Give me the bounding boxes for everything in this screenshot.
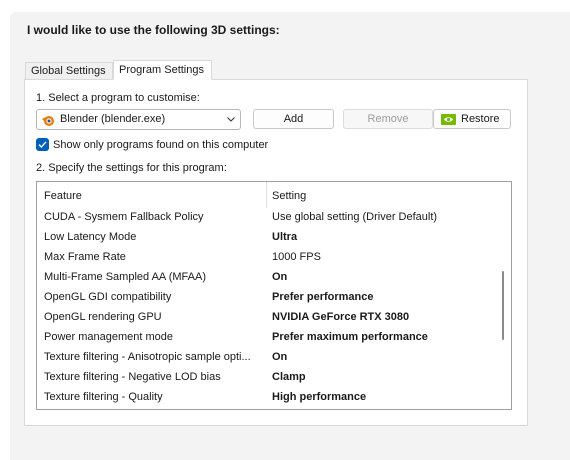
feature-cell: Max Frame Rate <box>44 251 126 263</box>
table-row[interactable]: CUDA - Sysmem Fallback Policy Use global… <box>37 208 495 228</box>
table-row[interactable]: OpenGL rendering GPU NVIDIA GeForce RTX … <box>37 308 495 328</box>
feature-cell: OpenGL GDI compatibility <box>44 291 172 303</box>
feature-cell: Texture filtering - Negative LOD bias <box>44 371 221 383</box>
remove-button[interactable]: Remove <box>343 109 433 129</box>
restore-button-label: Restore <box>461 113 500 125</box>
show-only-found-label: Show only programs found on this compute… <box>53 139 269 151</box>
blender-icon <box>42 116 54 126</box>
program-select-value: Blender (blender.exe) <box>60 113 166 125</box>
setting-cell: Ultra <box>272 231 298 243</box>
table-row[interactable]: Texture filtering - Quality High perform… <box>37 388 495 408</box>
nvidia-icon <box>441 114 456 125</box>
table-row[interactable]: Max Frame Rate 1000 FPS <box>37 248 495 268</box>
setting-cell: High performance <box>272 391 367 403</box>
feature-cell: Texture filtering - Anisotropic sample o… <box>44 351 251 363</box>
select-program-label: 1. Select a program to customise: <box>36 92 200 104</box>
table-row[interactable]: Power management mode Prefer maximum per… <box>37 328 495 348</box>
table-row[interactable]: Multi-Frame Sampled AA (MFAA) On <box>37 268 495 288</box>
page-heading: I would like to use the following 3D set… <box>27 23 280 37</box>
feature-cell: OpenGL rendering GPU <box>44 311 162 323</box>
setting-cell: Clamp <box>272 371 306 383</box>
setting-cell: 1000 FPS <box>272 251 321 263</box>
setting-cell: Prefer performance <box>272 291 374 303</box>
feature-cell: Power management mode <box>44 331 174 343</box>
table-row[interactable]: Low Latency Mode Ultra <box>37 228 495 248</box>
feature-cell: Multi-Frame Sampled AA (MFAA) <box>44 271 206 283</box>
table-row[interactable]: Texture filtering - Negative LOD bias Cl… <box>37 368 495 388</box>
scrollbar-thumb[interactable] <box>502 271 504 340</box>
feature-cell: Texture filtering - Quality <box>44 391 163 403</box>
feature-cell: Low Latency Mode <box>44 231 137 243</box>
setting-cell: Use global setting (Driver Default) <box>272 211 438 223</box>
tab-program-settings[interactable]: Program Settings <box>113 60 212 80</box>
tab-global-settings[interactable]: Global Settings <box>25 62 113 80</box>
settings-table: Feature Setting CUDA - Sysmem Fallback P… <box>36 181 512 410</box>
restore-button[interactable]: Restore <box>433 109 511 129</box>
setting-cell: On <box>272 351 288 363</box>
program-select[interactable]: Blender (blender.exe) <box>36 109 241 130</box>
table-row[interactable]: OpenGL GDI compatibility Prefer performa… <box>37 288 495 308</box>
table-header: Feature Setting <box>37 182 495 208</box>
specify-settings-label: 2. Specify the settings for this program… <box>36 162 227 174</box>
vertical-scrollbar[interactable] <box>495 182 511 409</box>
column-header-feature[interactable]: Feature <box>44 190 82 202</box>
feature-cell: CUDA - Sysmem Fallback Policy <box>44 211 204 223</box>
checkmark-icon <box>38 141 47 149</box>
show-only-found-checkbox[interactable] <box>36 138 49 151</box>
column-divider[interactable] <box>266 182 267 208</box>
add-button[interactable]: Add <box>253 109 334 129</box>
setting-cell: Prefer maximum performance <box>272 331 428 343</box>
setting-cell: On <box>272 271 288 283</box>
table-row[interactable]: Texture filtering - Anisotropic sample o… <box>37 348 495 368</box>
setting-cell: NVIDIA GeForce RTX 3080 <box>272 311 410 323</box>
chevron-down-icon <box>227 117 235 122</box>
column-header-setting[interactable]: Setting <box>272 190 306 202</box>
